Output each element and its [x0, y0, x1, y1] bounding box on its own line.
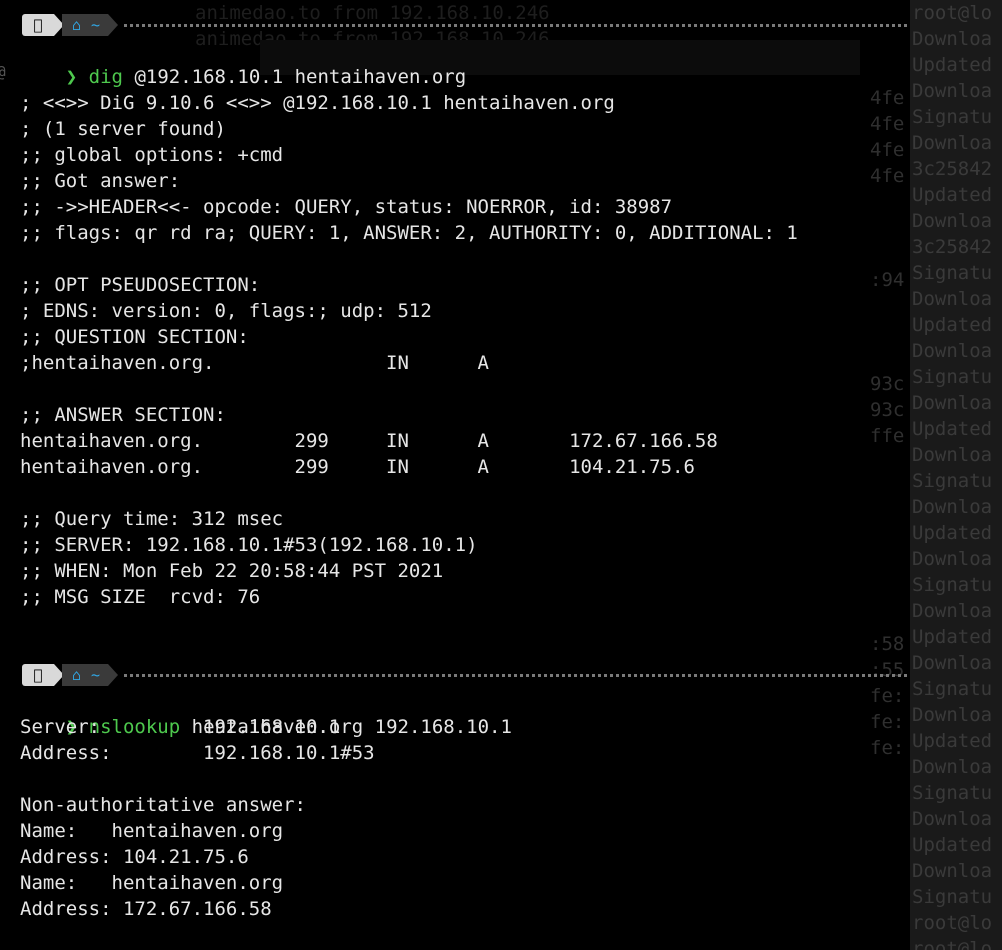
- prompt-dotted-fill: [124, 673, 907, 677]
- background-line: Signatu: [912, 678, 993, 700]
- background-line: Downloa: [912, 600, 993, 622]
- background-line: Signatu: [912, 470, 993, 492]
- background-line: Downloa: [912, 288, 993, 310]
- output-line: Non-authoritative answer:: [20, 794, 306, 816]
- background-line: Signatu: [912, 366, 993, 388]
- output-line: ;; ANSWER SECTION:: [20, 404, 226, 426]
- command-args: @192.168.10.1 hentaihaven.org: [123, 66, 467, 88]
- background-line: Updated: [912, 184, 993, 206]
- background-line: Signatu: [912, 782, 993, 804]
- background-line: Downloa: [912, 80, 993, 102]
- background-line: 3c25842: [912, 236, 993, 258]
- output-line: ;; MSG SIZE rcvd: 76: [20, 586, 261, 608]
- background-line: Updated: [912, 834, 993, 856]
- output-line: ;; global options: +cmd: [20, 144, 284, 166]
- background-line: Downloa: [912, 340, 993, 362]
- prompt-tilde: ~: [91, 16, 101, 34]
- output-line: Address: 192.168.10.1#53: [20, 742, 375, 764]
- background-line: Downloa: [912, 210, 993, 232]
- background-line: Signatu: [912, 106, 993, 128]
- terminal-window[interactable]: @  ⌂ ~ ❯ dig @192.168.10.1 hentaihaven.…: [0, 0, 912, 950]
- background-line: Downloa: [912, 704, 993, 726]
- output-line: Name: hentaihaven.org: [20, 872, 284, 894]
- background-line: Updated: [912, 418, 993, 440]
- output-line: hentaihaven.org. 299 IN A 104.21.75.6: [20, 456, 695, 478]
- output-line: ;hentaihaven.org. IN A: [20, 352, 489, 374]
- output-line: ;; Query time: 312 msec: [20, 508, 284, 530]
- background-line: Signatu: [912, 262, 993, 284]
- background-line: Downloa: [912, 548, 993, 570]
- output-line: ;; ->>HEADER<<- opcode: QUERY, status: N…: [20, 196, 673, 218]
- prompt-tilde: ~: [91, 666, 101, 684]
- background-line: Updated: [912, 730, 993, 752]
- background-line: Downloa: [912, 756, 993, 778]
- output-line: ;; QUESTION SECTION:: [20, 326, 249, 348]
- background-line: root@lo: [912, 912, 993, 934]
- background-line: Downloa: [912, 28, 993, 50]
- background-line: Downloa: [912, 652, 993, 674]
- prompt-chevron: ❯: [65, 66, 78, 88]
- background-line: Updated: [912, 522, 993, 544]
- background-line: 3c25842: [912, 158, 993, 180]
- output-line: ;; WHEN: Mon Feb 22 20:58:44 PST 2021: [20, 560, 444, 582]
- output-line: Server: 192.168.10.1: [20, 716, 341, 738]
- background-line: root@lo: [912, 938, 993, 950]
- output-line: ;; flags: qr rd ra; QUERY: 1, ANSWER: 2,…: [20, 222, 798, 244]
- background-line: Downloa: [912, 808, 993, 830]
- command-line[interactable]: ❯ nslookup hentaihaven.org 192.168.10.1: [20, 688, 512, 738]
- background-line: root@lo: [912, 2, 993, 24]
- command-line[interactable]: ❯ dig @192.168.10.1 hentaihaven.org: [20, 38, 466, 88]
- apple-icon: : [22, 664, 54, 686]
- output-line: ;; Got answer:: [20, 170, 181, 192]
- prompt-bar:  ⌂ ~: [22, 662, 907, 688]
- apple-icon: : [22, 14, 54, 36]
- output-line: Address: 104.21.75.6: [20, 846, 249, 868]
- prompt-dotted-fill: [124, 23, 907, 27]
- background-line: Downloa: [912, 132, 993, 154]
- edge-glyph: @: [0, 62, 6, 81]
- output-line: Name: hentaihaven.org: [20, 820, 284, 842]
- background-line: Downloa: [912, 496, 993, 518]
- background-line: Downloa: [912, 860, 993, 882]
- home-icon: ⌂: [72, 16, 82, 34]
- background-line: Signatu: [912, 574, 993, 596]
- home-segment: ⌂ ~: [62, 664, 109, 686]
- home-segment: ⌂ ~: [62, 14, 109, 36]
- output-line: ;; SERVER: 192.168.10.1#53(192.168.10.1): [20, 534, 478, 556]
- prompt-separator: [108, 14, 119, 36]
- background-line: Updated: [912, 54, 993, 76]
- background-line: Downloa: [912, 392, 993, 414]
- prompt-separator: [108, 664, 119, 686]
- command-name: dig: [88, 66, 123, 88]
- output-line: ;; OPT PSEUDOSECTION:: [20, 274, 261, 296]
- background-line: Updated: [912, 626, 993, 648]
- output-line: hentaihaven.org. 299 IN A 172.67.166.58: [20, 430, 718, 452]
- background-line: Downloa: [912, 444, 993, 466]
- prompt-bar:  ⌂ ~: [22, 12, 907, 38]
- background-terminal-window: root@lo Downloa Updated Downloa Signatu Downl…: [910, 0, 1002, 950]
- output-line: ; (1 server found): [20, 118, 226, 140]
- output-line: Address: 172.67.166.58: [20, 898, 272, 920]
- output-line: ; <<>> DiG 9.10.6 <<>> @192.168.10.1 hen…: [20, 92, 615, 114]
- background-line: Signatu: [912, 886, 993, 908]
- background-line: Updated: [912, 314, 993, 336]
- output-line: ; EDNS: version: 0, flags:; udp: 512: [20, 300, 432, 322]
- home-icon: ⌂: [72, 666, 82, 684]
